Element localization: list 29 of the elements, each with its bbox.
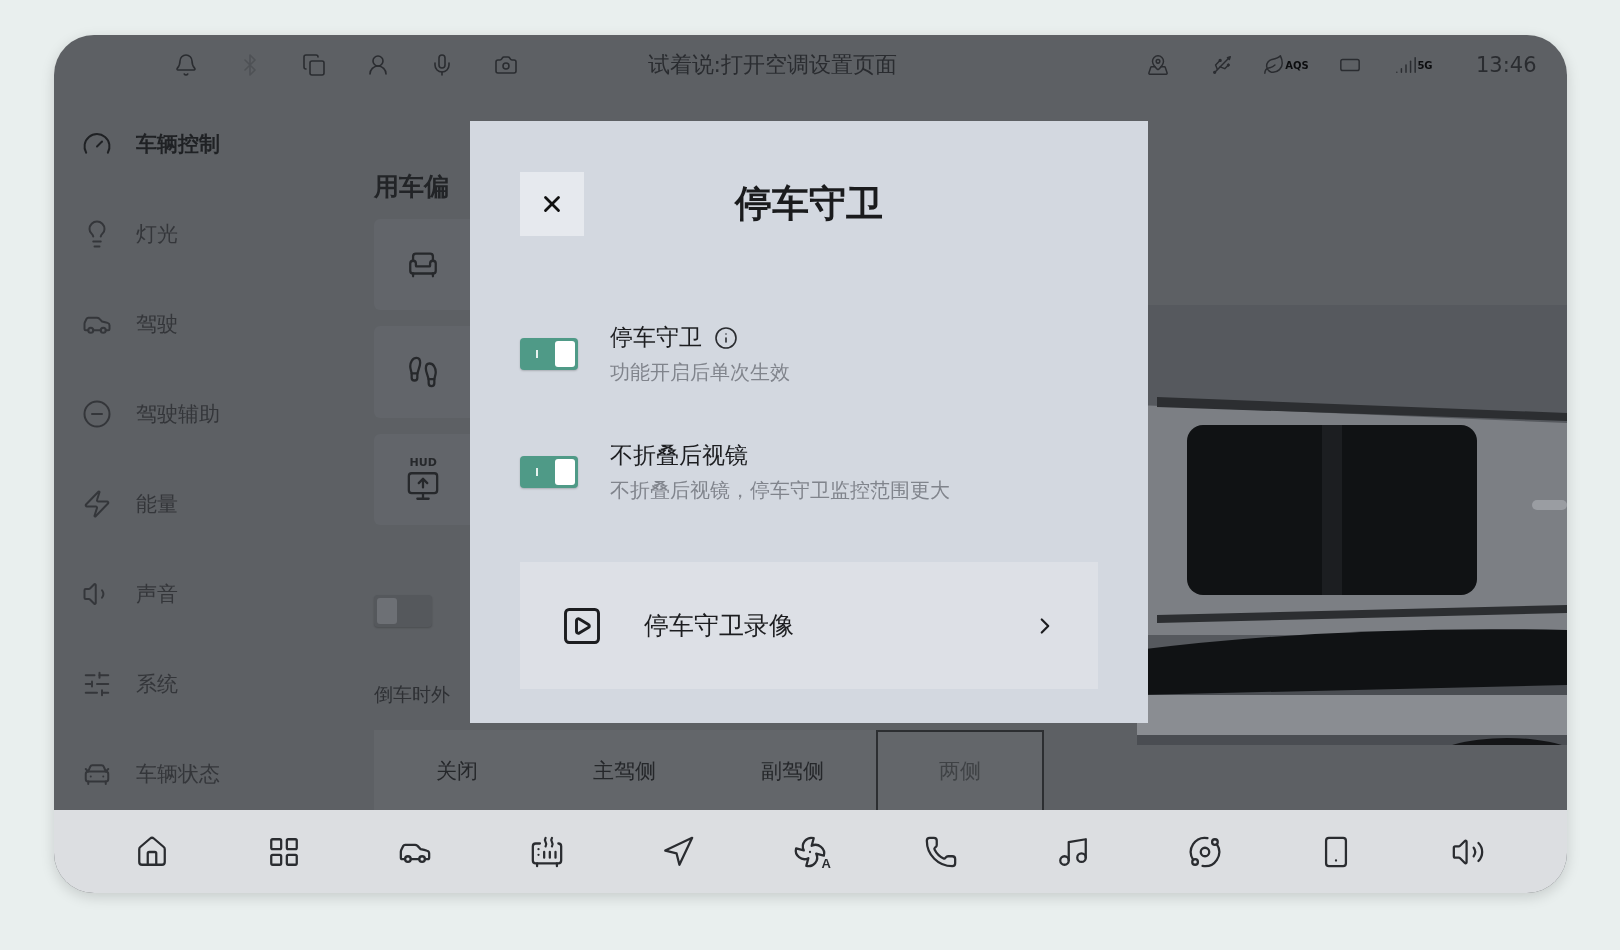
toggle-switch[interactable]	[519, 338, 578, 370]
close-button[interactable]	[519, 172, 584, 236]
icon-label: AQS	[1285, 59, 1309, 71]
toggle-title: 停车守卫	[609, 323, 702, 352]
dock-button[interactable]: A	[784, 826, 835, 877]
phone-icon	[924, 834, 959, 869]
toggle-switch[interactable]	[373, 595, 432, 627]
sidebar-item[interactable]: 车辆控制	[53, 99, 364, 189]
segment-tab[interactable]: 主驾侧	[541, 730, 709, 810]
usb-icon	[1210, 54, 1233, 76]
toggle-description: 功能开启后单次生效	[609, 359, 790, 386]
heater-icon	[529, 834, 564, 869]
signal-icon	[1395, 54, 1418, 76]
toggle-description: 不折叠后视镜，停车守卫监控范围更大	[609, 477, 950, 504]
navigation-icon	[661, 834, 696, 869]
orbit-icon	[1187, 834, 1222, 869]
steering-wheel-icon	[81, 399, 112, 429]
leaf-icon	[1263, 54, 1286, 76]
segment-tab[interactable]: 关闭	[373, 730, 541, 810]
location-icon	[1146, 54, 1169, 76]
section-title: 用车偏	[373, 171, 449, 203]
hud-label: HUD	[409, 455, 437, 469]
segment-tab[interactable]: 副驾侧	[708, 730, 876, 810]
info-icon[interactable]	[713, 325, 738, 350]
toggle-switch[interactable]	[519, 456, 578, 488]
icon-label: 5G	[1417, 59, 1433, 71]
recording-link[interactable]: 停车守卫录像	[519, 562, 1098, 689]
toggle-title: 不折叠后视镜	[609, 441, 748, 470]
dialog-title: 停车守卫	[734, 181, 883, 227]
